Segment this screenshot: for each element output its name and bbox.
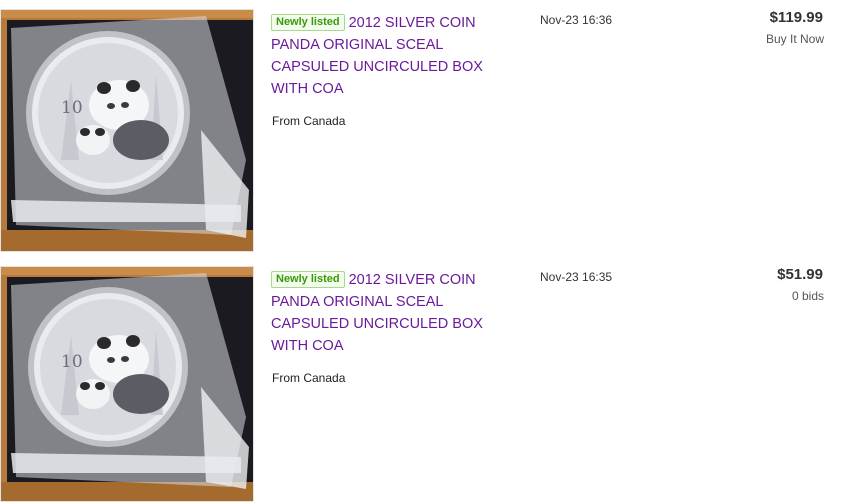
coin-photo: 10 (1, 267, 253, 501)
item-title-link[interactable]: Newly listed 2012 SILVER COIN PANDA ORIGI… (271, 269, 501, 357)
newly-listed-badge: Newly listed (271, 271, 345, 288)
item-price: $51.99 (777, 266, 823, 283)
svg-text:10: 10 (61, 352, 83, 372)
item-format: Buy It Now (765, 32, 824, 46)
listing-item: 10 Newly listed 2012 SILVER COIN PANDA OR… (0, 257, 841, 502)
item-title-link[interactable]: Newly listed 2012 SILVER COIN PANDA ORIGI… (271, 12, 501, 100)
svg-text:10: 10 (61, 98, 83, 118)
item-origin: From Canada (272, 114, 346, 128)
newly-listed-badge: Newly listed (271, 14, 345, 31)
item-origin: From Canada (272, 371, 346, 385)
item-format: 0 bids (791, 289, 824, 303)
item-thumbnail[interactable]: 10 (0, 9, 254, 252)
coin-photo: 10 (1, 10, 253, 251)
item-listed-time: Nov-23 16:35 (540, 270, 613, 284)
item-thumbnail[interactable]: 10 (0, 266, 254, 502)
listing-item: 10 Newly listed 2012 SILVER COIN PANDA OR… (0, 0, 841, 252)
item-listed-time: Nov-23 16:36 (540, 13, 613, 27)
item-price: $119.99 (769, 9, 823, 26)
